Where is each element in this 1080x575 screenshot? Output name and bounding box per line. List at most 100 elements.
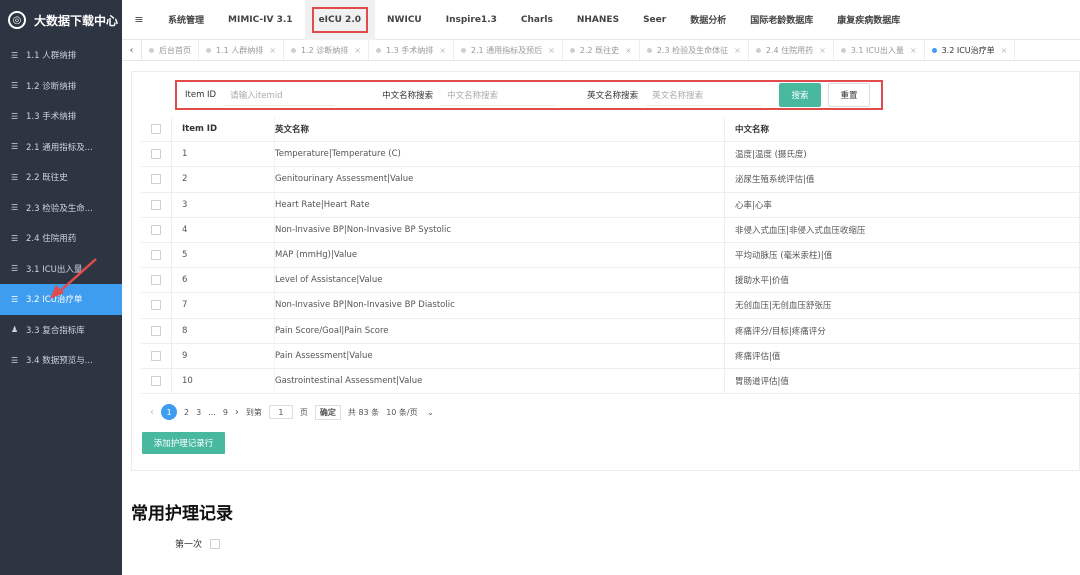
row-checkbox[interactable] xyxy=(151,149,161,160)
tab-close-icon[interactable]: × xyxy=(1001,46,1008,55)
list-icon: ☰ xyxy=(11,111,19,121)
table-row: 8 Pain Score/Goal|Pain Score 疼痛评分/目标|疼痛评分 xyxy=(141,318,1080,344)
row-checkbox[interactable] xyxy=(151,350,161,361)
first-checkbox[interactable] xyxy=(210,538,221,549)
tab[interactable]: 2.1 通用指标及预后 × xyxy=(454,40,563,60)
tab-close-icon[interactable]: × xyxy=(819,46,826,55)
list-icon: ☰ xyxy=(11,203,19,213)
tab-close-icon[interactable]: × xyxy=(548,46,555,55)
page-1[interactable]: 1 xyxy=(161,404,177,420)
cell-cn-name: 胃肠道评估|值 xyxy=(735,376,789,387)
tab-close-icon[interactable]: × xyxy=(910,46,917,55)
sidebar-item[interactable]: ☰ 2.4 住院用药 xyxy=(0,223,122,254)
cell-en-name: Gastrointestinal Assessment|Value xyxy=(275,368,725,394)
row-checkbox[interactable] xyxy=(151,325,161,336)
top-nav-item[interactable]: NHANES xyxy=(565,0,631,40)
row-checkbox[interactable] xyxy=(151,174,161,185)
hamburger-menu-icon[interactable]: ≡ xyxy=(122,13,156,26)
tab-close-icon[interactable]: × xyxy=(269,46,276,55)
cn-search-input[interactable]: 中文名称搜索 xyxy=(441,84,558,106)
cell-en-name: Pain Score/Goal|Pain Score xyxy=(275,318,725,343)
sidebar-item[interactable]: ☰ 2.1 通用指标及... xyxy=(0,132,122,163)
top-nav-item[interactable]: 数据分析 xyxy=(678,0,738,40)
tab-dot-icon xyxy=(460,47,466,53)
tab-dot-icon xyxy=(149,47,154,53)
top-nav-item[interactable]: 系统管理 xyxy=(156,0,216,40)
tab[interactable]: 1.1 人群纳排 × xyxy=(199,40,284,60)
top-nav-item[interactable]: Charls xyxy=(509,0,565,40)
sidebar-item[interactable]: ☰ 3.4 数据预览与... xyxy=(0,345,122,376)
en-search-input[interactable]: 英文名称搜索 xyxy=(646,84,763,106)
reset-button[interactable]: 重置 xyxy=(828,83,870,107)
sidebar-item-label: 2.4 住院用药 xyxy=(26,234,77,245)
cell-item-id: 2 xyxy=(172,167,275,192)
top-nav-item[interactable]: Seer xyxy=(631,0,678,40)
table-row: 3 Heart Rate|Heart Rate 心率|心率 xyxy=(141,192,1080,218)
tab[interactable]: 1.3 手术纳排 × xyxy=(369,40,454,60)
row-checkbox[interactable] xyxy=(151,224,161,235)
tab-close-icon[interactable]: × xyxy=(625,46,632,55)
sidebar-item[interactable]: ☰ 1.1 人群纳排 xyxy=(0,40,122,71)
section-title: 常用护理记录 xyxy=(131,504,233,524)
tab-close-icon[interactable]: × xyxy=(439,46,446,55)
cell-cn-name: 疼痛评分/目标|疼痛评分 xyxy=(735,326,826,337)
table-header-row: Item ID 英文名称 中文名称 xyxy=(141,117,1080,143)
sidebar-item[interactable]: ☰ 1.2 诊断纳排 xyxy=(0,71,122,102)
next-page-icon[interactable]: › xyxy=(235,407,239,418)
tab-dot-icon xyxy=(290,47,296,53)
cell-item-id: 6 xyxy=(172,268,275,293)
row-checkbox[interactable] xyxy=(151,375,161,386)
top-nav-item[interactable]: eICU 2.0 xyxy=(304,0,376,40)
tab[interactable]: 1.2 诊断纳排 × xyxy=(284,40,369,60)
row-checkbox[interactable] xyxy=(151,250,161,261)
row-checkbox[interactable] xyxy=(151,275,161,286)
tab-label: 后台首页 xyxy=(159,45,191,55)
top-nav-item[interactable]: 国际老龄数据库 xyxy=(738,0,825,40)
tab[interactable]: 2.4 住院用药 × xyxy=(749,40,834,60)
annotation-arrow-icon xyxy=(50,258,97,299)
row-checkbox[interactable] xyxy=(151,300,161,311)
goto-input[interactable]: 1 xyxy=(268,405,293,419)
add-record-row-button[interactable]: 添加护理记录行 xyxy=(142,432,225,454)
search-button[interactable]: 搜索 xyxy=(779,83,821,107)
cell-cn-name: 援助水平|价值 xyxy=(735,276,789,287)
top-nav-item[interactable]: Inspire1.3 xyxy=(434,0,509,40)
page-2[interactable]: 2 xyxy=(184,408,189,417)
table-row: 6 Level of Assistance|Value 援助水平|价值 xyxy=(141,268,1080,294)
app-title: 大数据下载中心 xyxy=(34,13,119,28)
list-icon: ☰ xyxy=(11,81,19,91)
tab-label: 2.1 通用指标及预后 xyxy=(470,45,543,55)
sidebar-item-label: 1.1 人群纳排 xyxy=(26,51,77,62)
page-size-select[interactable]: 10 条/页 ⌄ xyxy=(386,407,441,418)
sidebar-item[interactable]: ♟ 3.3 复合指标库 xyxy=(0,315,122,346)
tab[interactable]: 3.1 ICU出入量 × xyxy=(834,40,925,60)
col-header-en: 英文名称 xyxy=(275,117,725,142)
cell-item-id: 3 xyxy=(172,192,275,217)
sidebar-item[interactable]: ☰ 1.3 手术纳排 xyxy=(0,101,122,132)
tab[interactable]: 3.2 ICU治疗单 × xyxy=(925,40,1016,60)
page-9[interactable]: 9 xyxy=(223,408,228,417)
tab-dot-icon xyxy=(569,47,575,53)
row-checkbox[interactable] xyxy=(151,199,161,210)
select-all-checkbox[interactable] xyxy=(151,124,161,135)
goto-confirm-button[interactable]: 确定 xyxy=(314,404,341,420)
tab-close-icon[interactable]: × xyxy=(354,46,361,55)
tab-label: 1.3 手术纳排 xyxy=(385,45,434,55)
sidebar-item[interactable]: ☰ 2.3 检验及生命... xyxy=(0,193,122,224)
page-3[interactable]: 3 xyxy=(196,408,201,417)
top-nav-item[interactable]: MIMIC-IV 3.1 xyxy=(216,0,305,40)
tab-dot-icon xyxy=(931,47,937,53)
page-ellipsis[interactable]: ... xyxy=(208,408,216,417)
tab[interactable]: 2.3 检验及生命体征 × xyxy=(640,40,749,60)
tab[interactable]: 2.2 既往史 × xyxy=(563,40,640,60)
top-nav-item[interactable]: NWICU xyxy=(375,0,434,40)
top-nav-item[interactable]: 康复疾病数据库 xyxy=(825,0,912,40)
tab-scroll-left-icon[interactable]: ‹ xyxy=(122,40,142,60)
table-row: 4 Non-Invasive BP|Non-Invasive BP Systoli… xyxy=(141,217,1080,243)
prev-page-icon[interactable]: ‹ xyxy=(150,407,154,418)
tab[interactable]: 后台首页 xyxy=(142,40,199,60)
sidebar-item[interactable]: ☰ 2.2 既往史 xyxy=(0,162,122,193)
itemid-input[interactable]: 请输入itemid xyxy=(224,84,335,106)
sidebar-item-label: 3.4 数据预览与... xyxy=(26,356,93,367)
tab-close-icon[interactable]: × xyxy=(734,46,741,55)
